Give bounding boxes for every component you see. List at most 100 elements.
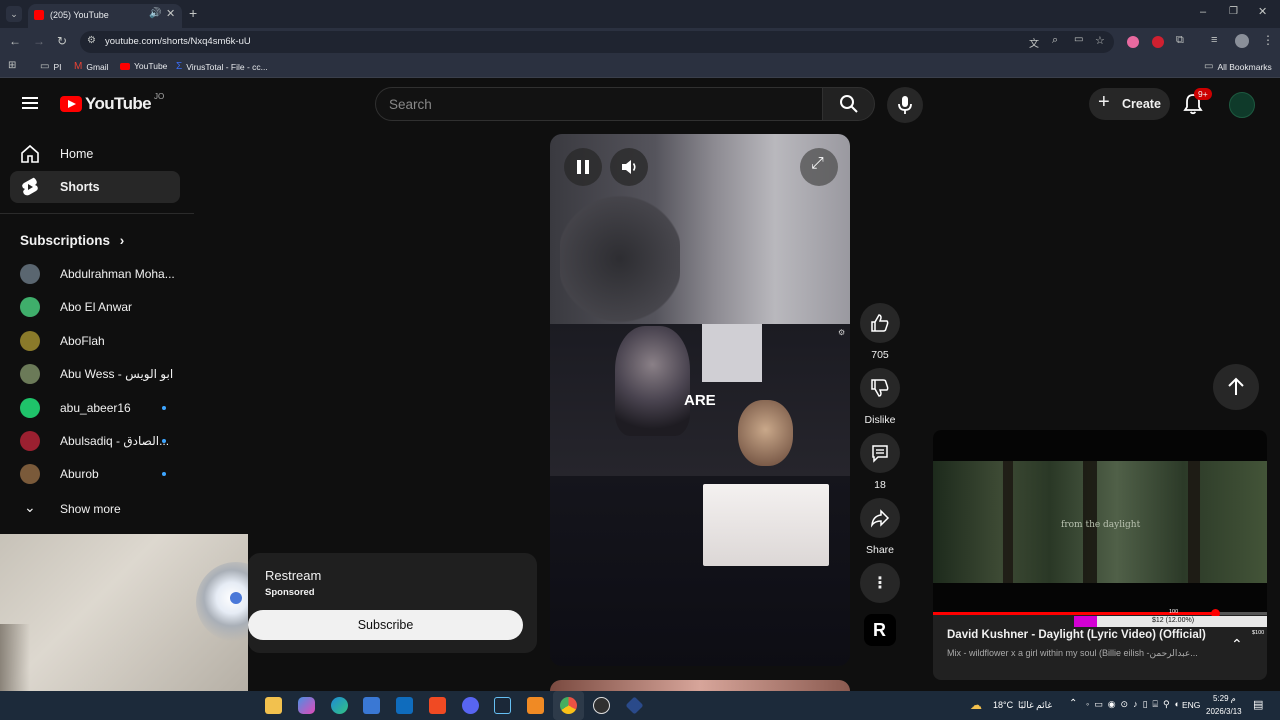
tab-list-dropdown-icon[interactable]: ⌄ [6, 6, 22, 22]
channel-avatar[interactable]: R [864, 614, 896, 646]
miniplayer[interactable]: from the daylight $12 (12.00%) 100 $100 … [933, 430, 1267, 680]
all-bookmarks[interactable]: ▭ All Bookmarks [1204, 61, 1272, 72]
new-tab-icon[interactable]: + [189, 5, 197, 21]
more-options-button[interactable]: ⋮ [860, 563, 900, 603]
cast-icon[interactable]: ▭ [1074, 34, 1083, 45]
temperature[interactable]: 18°C [993, 700, 1013, 710]
facecam-overlay [703, 484, 829, 566]
steam-icon[interactable] [494, 697, 511, 714]
tab-youtube[interactable]: (205) YouTube 🔊 ✕ [28, 4, 182, 28]
more-action[interactable]: ⋮ [860, 563, 900, 603]
dislike-action[interactable]: Dislike [860, 368, 900, 426]
sidebar-subscription-item[interactable]: Abdulrahman Moha... [20, 262, 180, 286]
sidebar-subscription-item[interactable]: Abu Wess - ابو الويس [20, 362, 180, 386]
notifications-button[interactable]: 9+ [1183, 88, 1212, 115]
share-button[interactable] [860, 498, 900, 538]
previous-short-button[interactable] [1213, 364, 1259, 410]
like-button[interactable] [860, 303, 900, 343]
miniplayer-title[interactable]: David Kushner - Daylight (Lyric Video) (… [947, 629, 1237, 641]
shorts-icon [22, 177, 38, 196]
dislike-button[interactable] [860, 368, 900, 408]
account-avatar[interactable] [1229, 92, 1255, 118]
hamburger-menu-icon[interactable] [22, 97, 38, 109]
language-indicator[interactable]: ENG [1182, 700, 1200, 710]
channel-avatar [20, 264, 40, 284]
brave-icon[interactable] [429, 697, 446, 714]
bookmark-gmail[interactable]: M Gmail [74, 61, 109, 72]
extensions-puzzle-icon[interactable]: ⧉ [1176, 34, 1184, 47]
shorts-video-player[interactable]: ARE ⤢ ⚙ [550, 134, 850, 666]
windows-taskbar: ☁ 18°C غائم غالبًا ⌃ ◦▭◉⊙♪▯⌸⚲◐ ENG 5:29 … [0, 691, 1280, 720]
sidebar-subscription-item[interactable]: Aburob [20, 462, 180, 486]
miniplayer-video[interactable]: from the daylight [933, 430, 1267, 618]
show-more-button[interactable]: ⌄ Show more [20, 497, 180, 521]
settings-icon[interactable]: ⚙ [838, 328, 845, 337]
apps-grid-icon[interactable]: ⊞ [8, 60, 16, 71]
translate-icon[interactable]: 文 [1029, 35, 1039, 50]
search-input[interactable]: Search [375, 87, 823, 121]
bookmark-pi[interactable]: ▭ PI [40, 61, 61, 72]
discord-icon[interactable] [462, 697, 479, 714]
pause-button[interactable] [564, 148, 602, 186]
tray-icons[interactable]: ◦▭◉⊙♪▯⌸⚲◐ [1086, 699, 1185, 710]
edge-icon[interactable] [331, 697, 348, 714]
sidebar-subscription-item[interactable]: AboFlah [20, 329, 180, 353]
reading-list-icon[interactable]: ≡ [1211, 34, 1217, 46]
next-short-preview[interactable] [550, 680, 850, 691]
minimize-icon[interactable]: – [1200, 6, 1206, 18]
tab-close-icon[interactable]: ✕ [166, 7, 175, 20]
copilot-icon[interactable] [298, 697, 315, 714]
miniplayer-subtitle[interactable]: Mix - wildflower x a girl within my soul… [947, 648, 1217, 659]
comments-button[interactable] [860, 433, 900, 473]
store-icon[interactable] [363, 697, 380, 714]
sidebar-subscription-item[interactable]: Abo El Anwar [20, 295, 180, 319]
app-icon[interactable] [625, 696, 644, 715]
bookmark-virustotal[interactable]: Σ VirusTotal - File - cc... [176, 61, 268, 72]
share-action[interactable]: Share [860, 498, 900, 556]
back-icon[interactable]: ← [9, 34, 21, 48]
comment-icon [872, 445, 888, 463]
comments-action[interactable]: 18 [860, 433, 900, 491]
forward-icon[interactable]: → [33, 34, 45, 48]
restore-icon[interactable]: ❐ [1229, 6, 1238, 17]
tab-audio-icon[interactable]: 🔊 [149, 8, 161, 19]
close-window-icon[interactable]: ✕ [1258, 5, 1267, 18]
sidebar-subscription-item[interactable]: Abulsadiq - الصادق... [20, 429, 180, 453]
sidebar-item-home[interactable]: Home [10, 138, 180, 170]
extension-icon[interactable] [1152, 36, 1164, 48]
address-bar[interactable]: ⚙ youtube.com/shorts/Nxq4sm6k-uU 文 ⌕ ▭ ☆ [80, 31, 1114, 53]
miniplayer-expand-icon[interactable]: ⌃ [1231, 636, 1243, 653]
donation-goal-bar: $12 (12.00%) [1074, 616, 1267, 627]
sidebar-item-shorts[interactable]: Shorts [10, 171, 180, 203]
bookmark-star-icon[interactable]: ☆ [1095, 34, 1105, 47]
extension-icon[interactable] [1127, 36, 1139, 48]
volume-button[interactable] [610, 148, 648, 186]
obs-icon[interactable] [593, 697, 610, 714]
fullscreen-button[interactable]: ⤢ [800, 148, 838, 186]
bookmark-youtube[interactable]: YouTube [120, 61, 167, 71]
menu-dots-icon[interactable]: ⋮ [1262, 33, 1274, 47]
like-action[interactable]: 705 [860, 303, 900, 361]
site-info-icon[interactable]: ⚙ [87, 35, 96, 46]
sidebar-subscription-item[interactable]: abu_abeer16 [20, 396, 180, 420]
youtube-logo[interactable]: YouTube JO [60, 92, 164, 114]
clock-date[interactable]: 2026/3/13 [1206, 707, 1242, 716]
voice-search-button[interactable] [887, 87, 923, 123]
advertiser-name[interactable]: Restream [265, 568, 321, 583]
clock-time[interactable]: 5:29 م [1213, 694, 1236, 703]
subscriptions-heading[interactable]: Subscriptions › [20, 233, 124, 248]
search-button[interactable] [822, 87, 875, 121]
reload-icon[interactable]: ↻ [57, 34, 67, 48]
weather-icon[interactable]: ☁ [970, 698, 982, 712]
vlc-icon[interactable] [527, 697, 544, 714]
notification-center-icon[interactable]: ▤ [1253, 698, 1263, 711]
notification-badge: 9+ [1194, 88, 1212, 100]
donation-goal-right: $100 [1252, 630, 1265, 636]
outlook-icon[interactable] [396, 697, 413, 714]
tray-overflow-icon[interactable]: ⌃ [1069, 698, 1077, 709]
profile-avatar[interactable] [1235, 34, 1249, 48]
ad-subscribe-button[interactable]: Subscribe [248, 610, 523, 640]
create-button[interactable]: + Create [1089, 88, 1170, 120]
zoom-icon[interactable]: ⌕ [1052, 34, 1058, 47]
file-explorer-icon[interactable] [265, 697, 282, 714]
